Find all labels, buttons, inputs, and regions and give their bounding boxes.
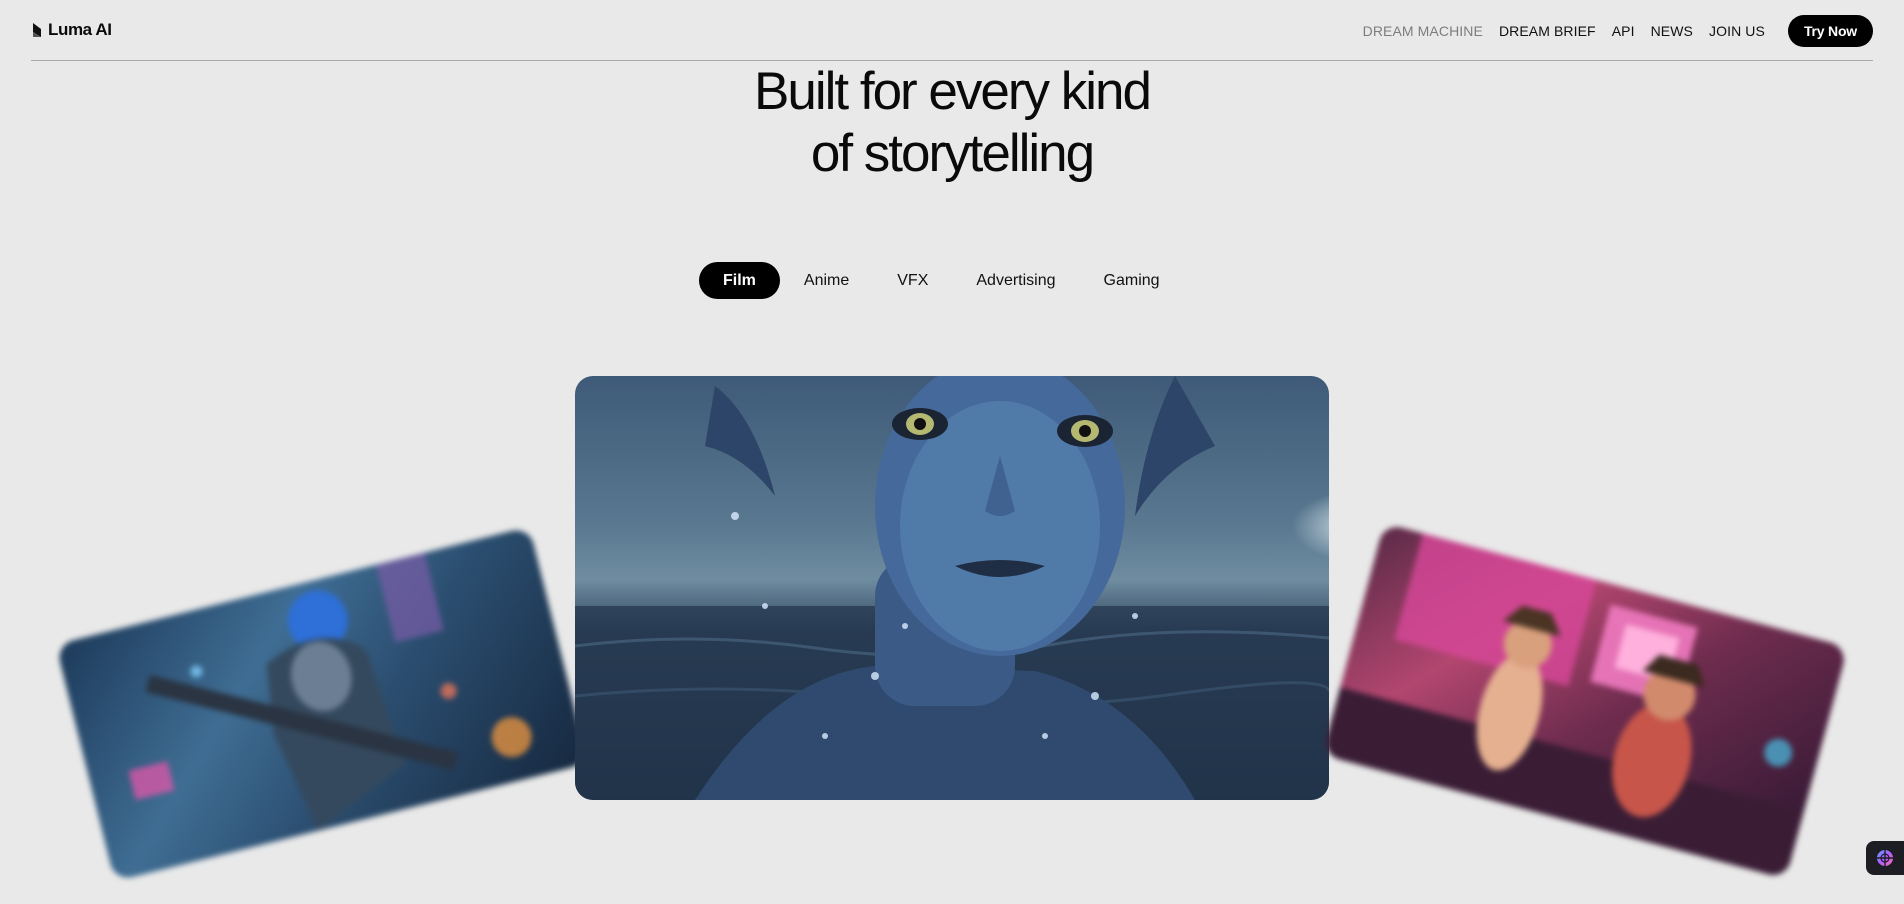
nav-dream-machine[interactable]: DREAM MACHINE [1363,16,1483,46]
nav-join-us[interactable]: JOIN US [1709,16,1765,46]
page: Luma AI DREAM MACHINE DREAM BRIEF API NE… [0,0,1904,904]
top-navigation-bar: Luma AI DREAM MACHINE DREAM BRIEF API NE… [31,0,1873,61]
page-title: Built for every kind of storytelling [0,61,1904,185]
main-nav: DREAM MACHINE DREAM BRIEF API NEWS JOIN … [1363,15,1873,47]
brand-logo[interactable]: Luma AI [31,20,112,40]
sea-creature-portrait-image [575,376,1329,800]
nav-news[interactable]: NEWS [1651,16,1693,46]
page-title-line-1: Built for every kind [754,62,1152,121]
anime-warrior-image [128,552,532,831]
tab-anime[interactable]: Anime [780,262,873,299]
tab-gaming[interactable]: Gaming [1080,262,1184,299]
tab-vfx[interactable]: VFX [873,262,952,299]
assistant-orb-icon [1877,850,1893,866]
brand-name: Luma AI [48,20,112,39]
toy-characters-scene-image [1322,533,1804,880]
gallery-card-main[interactable] [575,376,1329,800]
nav-dream-brief[interactable]: DREAM BRIEF [1499,16,1596,46]
try-now-button[interactable]: Try Now [1787,15,1873,47]
assistant-widget-button[interactable] [1866,841,1904,875]
tab-advertising[interactable]: Advertising [952,262,1079,299]
nav-api[interactable]: API [1612,16,1635,46]
luma-logo-icon [33,23,41,37]
tab-film[interactable]: Film [699,262,780,299]
page-title-line-2: of storytelling [810,124,1095,183]
gallery-card-right[interactable] [1322,522,1848,880]
category-tabs: Film Anime VFX Advertising Gaming [699,262,1184,299]
gallery-card-left[interactable] [55,526,589,882]
